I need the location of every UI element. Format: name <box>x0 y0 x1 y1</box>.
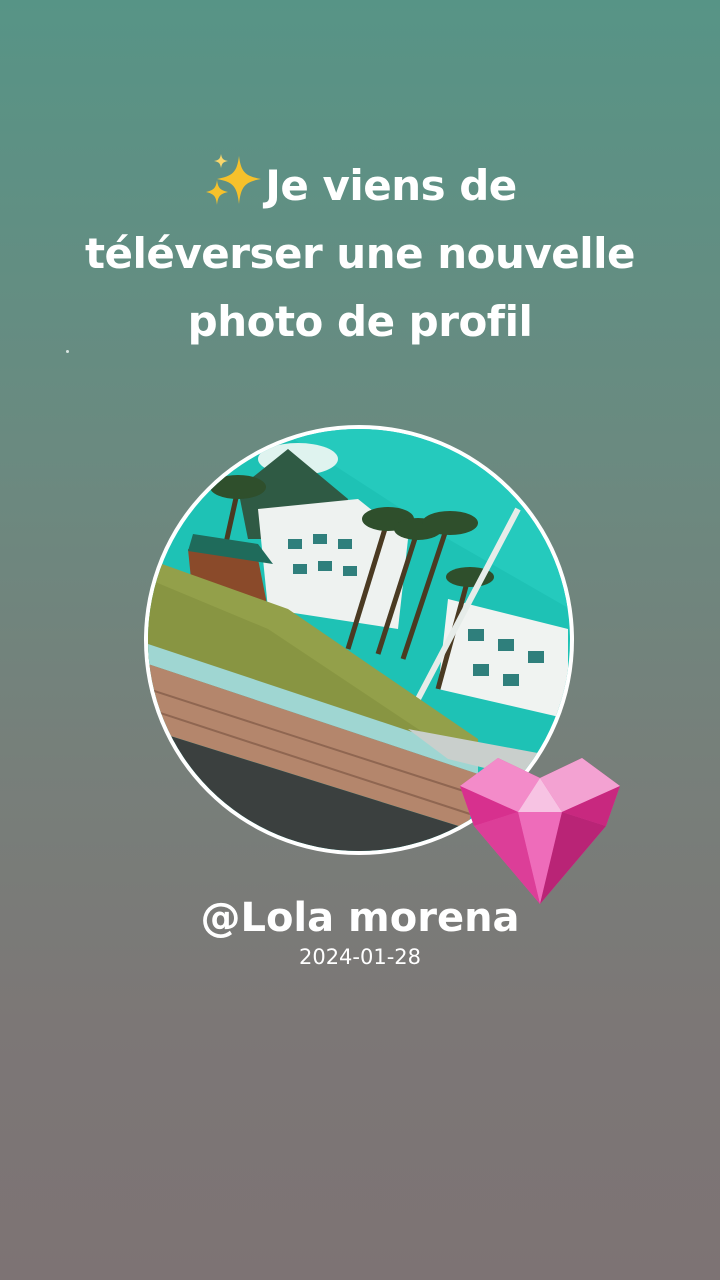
headline-line-3: photo de profil <box>187 297 533 346</box>
username: @Lola morena <box>200 895 520 941</box>
headline-line-2: téléverser une nouvelle <box>84 229 636 278</box>
decorative-dot <box>66 350 69 353</box>
headline-line-1: Je viens de <box>40 152 680 220</box>
headline: Je viens de téléverser une nouvelle phot… <box>40 152 680 356</box>
pink-gem-heart-icon <box>456 756 624 906</box>
post-date: 2024-01-28 <box>298 945 422 969</box>
headline-text-1: Je viens de <box>265 161 517 210</box>
sparkles-icon <box>203 152 265 208</box>
